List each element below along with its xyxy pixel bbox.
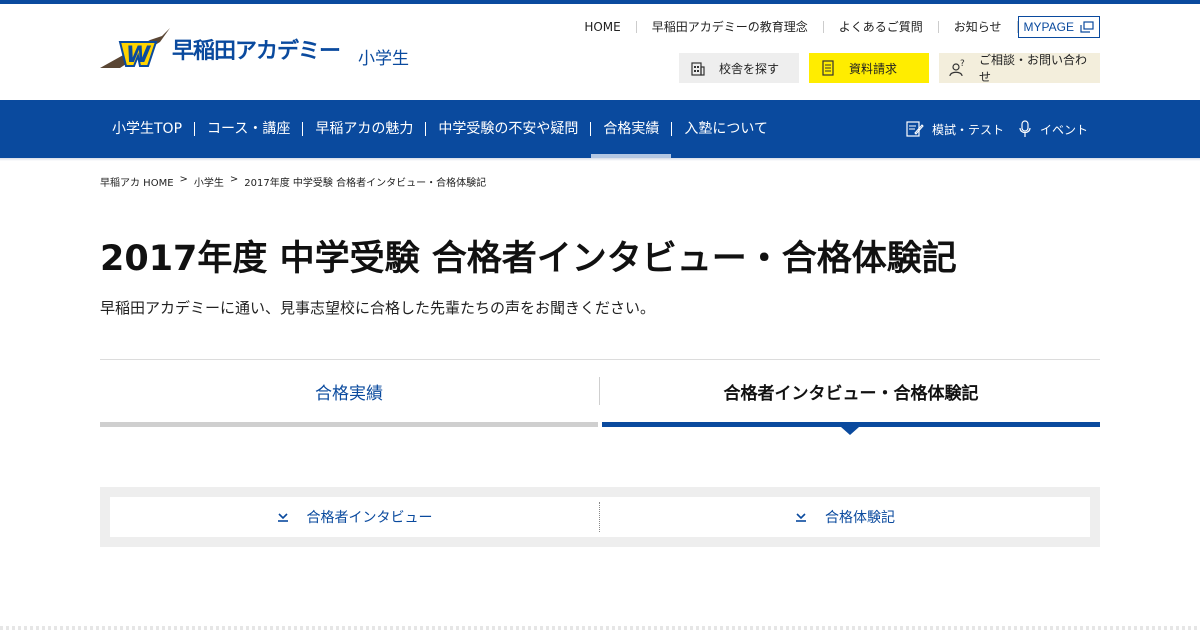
nav-events[interactable]: イベント [1018,120,1088,138]
mypage-button[interactable]: MYPAGE [1017,16,1100,38]
anchor-interviews-label: 合格者インタビュー [306,510,433,526]
nav-mock-tests-label: 模試・テスト [931,122,1004,137]
logo-sub-label: 小学生 [358,49,409,69]
breadcrumb-elementary[interactable]: 小学生 [194,174,224,189]
tab-interviews[interactable]: 合格者インタビュー・合格体験記 [602,360,1100,422]
page-title: 2017年度 中学受験 合格者インタビュー・合格体験記 [100,239,957,279]
contact-label: ご相談・お問い合わせ [979,53,1088,84]
anchor-experiences[interactable]: 合格体験記 [600,497,1090,537]
anchor-links-box: 合格者インタビュー 合格体験記 [100,487,1100,547]
find-school-label: 校舎を探す [719,61,780,76]
anchor-experiences-label: 合格体験記 [825,510,895,526]
util-link-news[interactable]: お知らせ [939,21,1018,33]
logo-text: 早稲田アカデミー [172,39,341,64]
anchor-interviews[interactable]: 合格者インタビュー [110,502,600,532]
nav-item-elementary-top[interactable]: 小学生TOP [100,122,196,136]
nav-mock-tests[interactable]: 模試・テスト [906,120,1004,138]
breadcrumb-home[interactable]: 早稲アカ HOME [100,174,174,189]
external-window-icon [1080,21,1094,33]
document-icon [819,59,837,77]
breadcrumb-separator: > [229,174,239,185]
contact-button[interactable]: ? ご相談・お問い合わせ [939,53,1100,84]
person-question-icon: ? [949,59,967,77]
request-materials-button[interactable]: 資料請求 [809,53,929,83]
find-school-button[interactable]: 校舎を探す [679,53,799,83]
header-actions: 校舎を探す 資料請求 ? ご相談・お問い合わせ [679,53,1100,84]
nav-item-concerns[interactable]: 中学受験の不安や疑問 [426,122,592,136]
mypage-label: MYPAGE [1023,20,1074,34]
tab-results-underline [100,422,598,427]
active-tab-caret [841,427,859,435]
svg-text:W: W [126,43,152,68]
nav-item-appeal[interactable]: 早稲アカの魅力 [303,122,427,136]
main-nav: 小学生TOP コース・講座 早稲アカの魅力 中学受験の不安や疑問 合格実績 入塾… [0,100,1200,158]
chevron-down-bar-icon [277,513,288,522]
chevron-down-bar-icon [796,513,806,522]
nav-item-results[interactable]: 合格実績 [591,122,673,158]
util-link-home[interactable]: HOME [569,21,637,33]
nav-events-label: イベント [1039,122,1088,137]
util-link-philosophy[interactable]: 早稲田アカデミーの教育理念 [637,21,824,33]
building-icon [689,59,707,77]
page-lead: 早稲田アカデミーに通い、見事志望校に合格した先輩たちの声をお聞きください。 [100,299,656,317]
breadcrumb-separator: > [179,174,188,185]
svg-text:?: ? [960,59,965,69]
nav-item-courses[interactable]: コース・講座 [195,122,304,136]
nav-item-enrollment[interactable]: 入塾について [672,122,780,136]
site-logo[interactable]: W 早稲田アカデミー [100,28,341,68]
pencil-note-icon [906,121,924,137]
utility-nav: HOME 早稲田アカデミーの教育理念 よくあるご質問 お知らせ MYPAGE [569,16,1100,38]
microphone-icon [1019,120,1031,137]
footer-dotted-rule [0,626,1200,630]
breadcrumb: 早稲アカ HOME > 小学生 > 2017年度 中学受験 合格者インタビュー・… [100,174,486,189]
breadcrumb-current: 2017年度 中学受験 合格者インタビュー・合格体験記 [244,178,487,189]
tab-results[interactable]: 合格実績 [100,360,598,422]
top-accent-rule [0,0,1200,4]
util-link-faq[interactable]: よくあるご質問 [824,21,939,33]
request-materials-label: 資料請求 [849,61,898,76]
nav-shadow [0,158,1200,161]
logo-w-icon: W [100,28,170,68]
tab-divider [599,377,600,405]
